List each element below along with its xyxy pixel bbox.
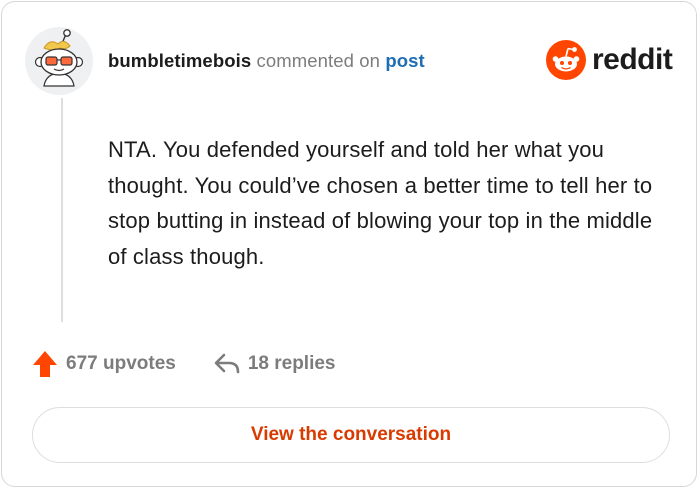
comment-stats: 677 upvotes 18 replies bbox=[32, 347, 336, 381]
comment-header: bumbletimebois commented on post bbox=[108, 50, 425, 72]
replies-count: 18 replies bbox=[247, 353, 336, 374]
upvotes-stat[interactable]: 677 upvotes bbox=[32, 350, 176, 378]
post-link[interactable]: post bbox=[385, 50, 424, 71]
reply-arrow-icon bbox=[214, 353, 240, 374]
user-avatar[interactable] bbox=[24, 26, 94, 96]
reddit-logo-icon bbox=[546, 40, 586, 80]
upvotes-count: 677 upvotes bbox=[66, 353, 176, 374]
view-conversation-button[interactable]: View the conversation bbox=[32, 407, 670, 463]
embedded-comment-card: bumbletimebois commented on post reddit … bbox=[1, 1, 697, 487]
thread-line bbox=[61, 98, 63, 322]
reddit-brand[interactable]: reddit bbox=[546, 40, 673, 80]
snoo-avatar-icon bbox=[25, 27, 93, 95]
replies-stat[interactable]: 18 replies bbox=[214, 353, 336, 375]
action-text: commented on bbox=[256, 50, 381, 71]
reddit-wordmark: reddit bbox=[592, 43, 673, 76]
username[interactable]: bumbletimebois bbox=[108, 50, 251, 71]
upvote-arrow-icon bbox=[33, 351, 57, 377]
comment-body: NTA. You defended yourself and told her … bbox=[108, 137, 653, 269]
